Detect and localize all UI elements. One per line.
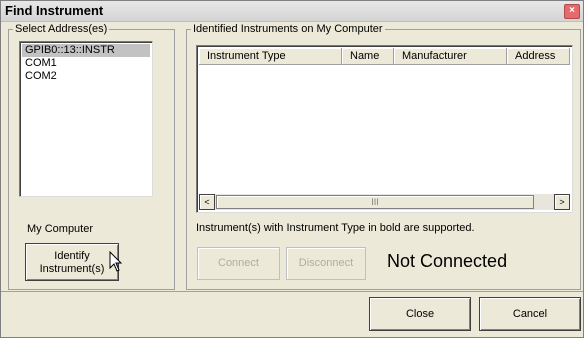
- scroll-left-icon[interactable]: <: [199, 194, 215, 210]
- find-instrument-dialog: Find Instrument × Select Address(es) GPI…: [0, 0, 584, 338]
- column-address[interactable]: Address: [507, 48, 570, 65]
- scroll-right-icon[interactable]: >: [554, 194, 570, 210]
- scroll-thumb[interactable]: III: [216, 195, 534, 209]
- close-button[interactable]: Close: [369, 297, 471, 331]
- close-icon[interactable]: ×: [564, 4, 580, 19]
- address-listbox[interactable]: GPIB0::13::INSTR COM1 COM2: [19, 41, 153, 197]
- mouse-cursor-icon: [109, 251, 123, 272]
- column-manufacturer[interactable]: Manufacturer: [394, 48, 507, 65]
- title-bar[interactable]: Find Instrument ×: [1, 1, 583, 22]
- address-item-com1[interactable]: COM1: [22, 57, 152, 70]
- cancel-button[interactable]: Cancel: [479, 297, 581, 331]
- identified-instruments-legend: Identified Instruments on My Computer: [193, 23, 383, 35]
- footer-separator: [1, 291, 583, 292]
- select-address-legend: Select Address(es): [15, 23, 108, 35]
- identify-instruments-button[interactable]: Identify Instrument(s): [25, 243, 119, 281]
- column-name[interactable]: Name: [342, 48, 394, 65]
- identify-button-line2: Instrument(s): [39, 263, 105, 275]
- address-item-com2[interactable]: COM2: [22, 70, 152, 83]
- instruments-table[interactable]: Instrument Type Name Manufacturer Addres…: [196, 45, 573, 213]
- address-item-gpib[interactable]: GPIB0::13::INSTR: [22, 44, 150, 57]
- column-instrument-type[interactable]: Instrument Type: [199, 48, 342, 65]
- connection-status: Not Connected: [387, 251, 508, 271]
- window-title: Find Instrument: [5, 3, 104, 18]
- identify-button-line1: Identify: [54, 250, 90, 262]
- my-computer-label: My Computer: [27, 223, 94, 235]
- supported-note: Instrument(s) with Instrument Type in bo…: [196, 222, 475, 234]
- connect-button[interactable]: Connect: [197, 247, 280, 280]
- horizontal-scrollbar[interactable]: < III >: [199, 194, 570, 210]
- table-header: Instrument Type Name Manufacturer Addres…: [199, 48, 570, 65]
- disconnect-button[interactable]: Disconnect: [286, 247, 366, 280]
